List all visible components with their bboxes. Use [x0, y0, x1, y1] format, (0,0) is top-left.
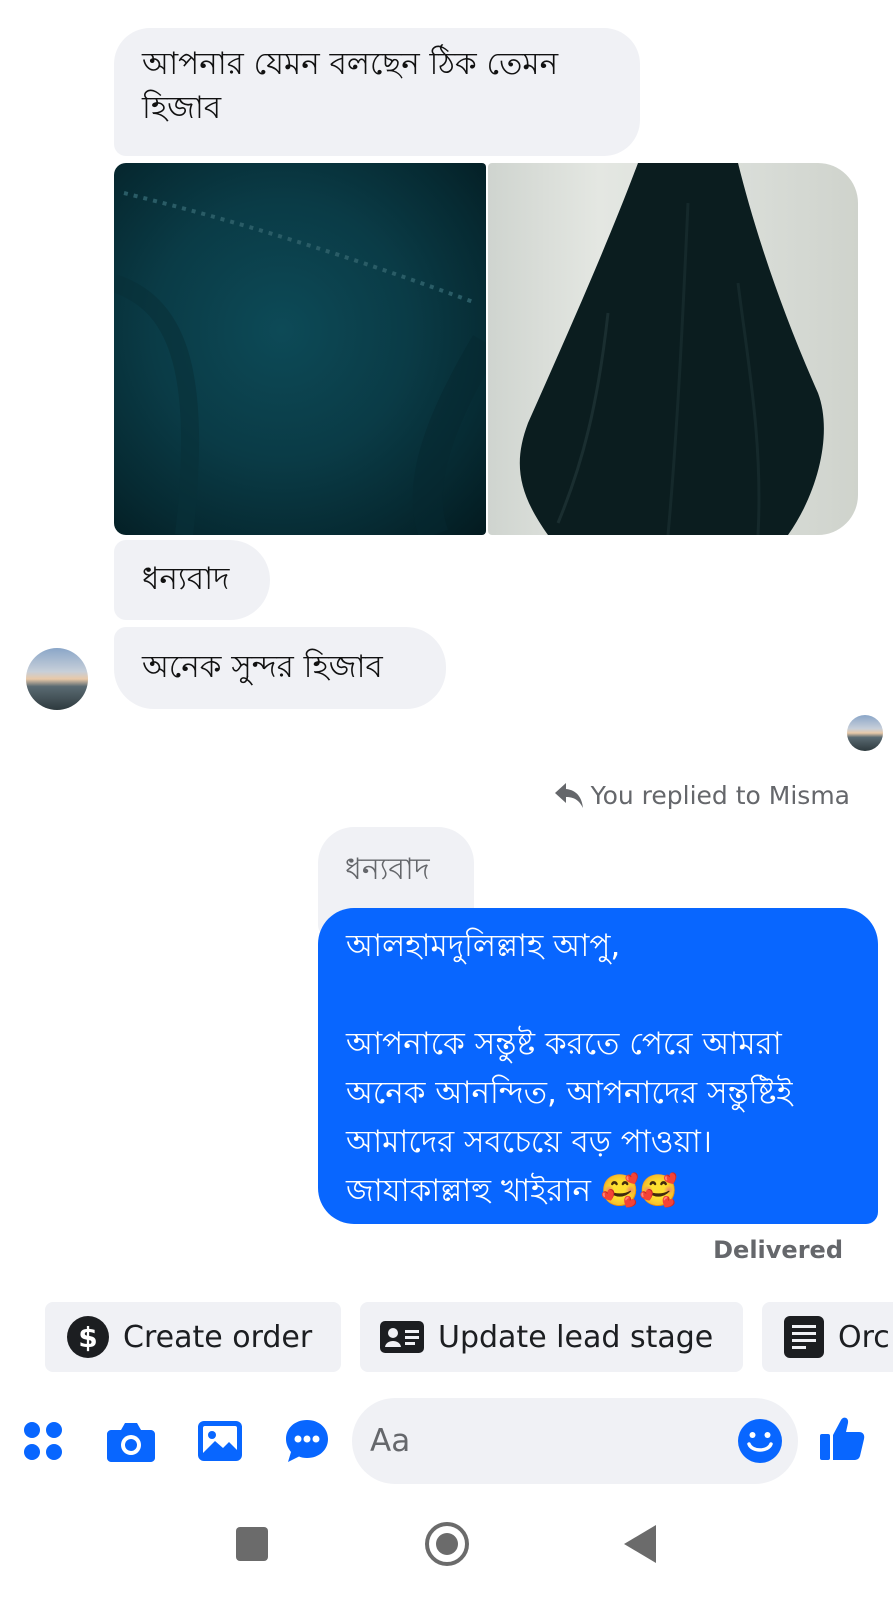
back-button[interactable]	[624, 1525, 656, 1563]
id-card-icon	[380, 1319, 424, 1355]
order-label: Orc	[838, 1319, 890, 1355]
read-receipt-avatar	[847, 715, 883, 751]
gallery-button[interactable]	[195, 1416, 245, 1466]
chat-dots-icon	[286, 1420, 328, 1462]
message-input[interactable]	[370, 1423, 710, 1459]
incoming-message[interactable]: ধন্যবাদ	[114, 540, 270, 620]
thumbs-up-icon	[820, 1417, 865, 1460]
message-text: অনেক সুন্দর হিজাব	[142, 649, 383, 685]
gallery-icon	[198, 1421, 242, 1461]
recent-apps-button[interactable]	[236, 1527, 268, 1561]
incoming-message[interactable]: আপনার যেমন বলছেন ঠিক তেমন হিজাব	[114, 28, 640, 156]
receipt-icon	[784, 1316, 824, 1358]
order-button[interactable]: Orc	[762, 1302, 893, 1372]
emoji-icon[interactable]	[736, 1417, 784, 1465]
message-text: আপনার যেমন বলছেন ঠিক তেমন হিজাব	[142, 46, 559, 126]
svg-text:$: $	[78, 1321, 97, 1354]
dollar-icon: $	[67, 1316, 109, 1358]
message-text: আলহামদুলিল্লাহ আপু, আপনাকে সন্তুষ্ট করতে…	[346, 928, 793, 1209]
update-lead-stage-button[interactable]: Update lead stage	[360, 1302, 743, 1372]
delivery-status: Delivered	[713, 1236, 843, 1264]
square-icon	[236, 1527, 268, 1561]
home-circle-icon	[425, 1522, 469, 1566]
reply-header-text: You replied to Misma	[590, 780, 850, 810]
apps-button[interactable]	[18, 1416, 68, 1466]
camera-button[interactable]	[106, 1416, 156, 1466]
photo-closeup-image	[114, 191, 486, 535]
hijab-photo-closeup[interactable]	[114, 163, 486, 535]
incoming-message[interactable]: অনেক সুন্দর হিজাব	[114, 627, 446, 709]
quoted-message-text: ধন্যবাদ	[345, 852, 430, 887]
home-button[interactable]	[424, 1521, 470, 1567]
update-lead-stage-label: Update lead stage	[438, 1319, 714, 1355]
photo-full-image	[519, 163, 824, 535]
create-order-button[interactable]: $ Create order	[45, 1302, 341, 1372]
hijab-photo-full[interactable]	[488, 163, 858, 535]
message-text: ধন্যবাদ	[142, 561, 230, 597]
like-button[interactable]	[817, 1413, 867, 1463]
reply-arrow-icon	[554, 783, 583, 808]
message-composer[interactable]	[352, 1398, 798, 1484]
create-order-label: Create order	[123, 1319, 313, 1355]
contact-avatar[interactable]	[26, 648, 88, 710]
camera-icon	[107, 1423, 155, 1462]
back-triangle-icon	[624, 1525, 656, 1563]
reply-header: You replied to Misma	[553, 780, 850, 810]
more-options-button[interactable]	[282, 1416, 332, 1466]
outgoing-message[interactable]: আলহামদুলিল্লাহ আপু, আপনাকে সন্তুষ্ট করতে…	[318, 908, 878, 1224]
apps-grid-icon	[24, 1422, 62, 1460]
